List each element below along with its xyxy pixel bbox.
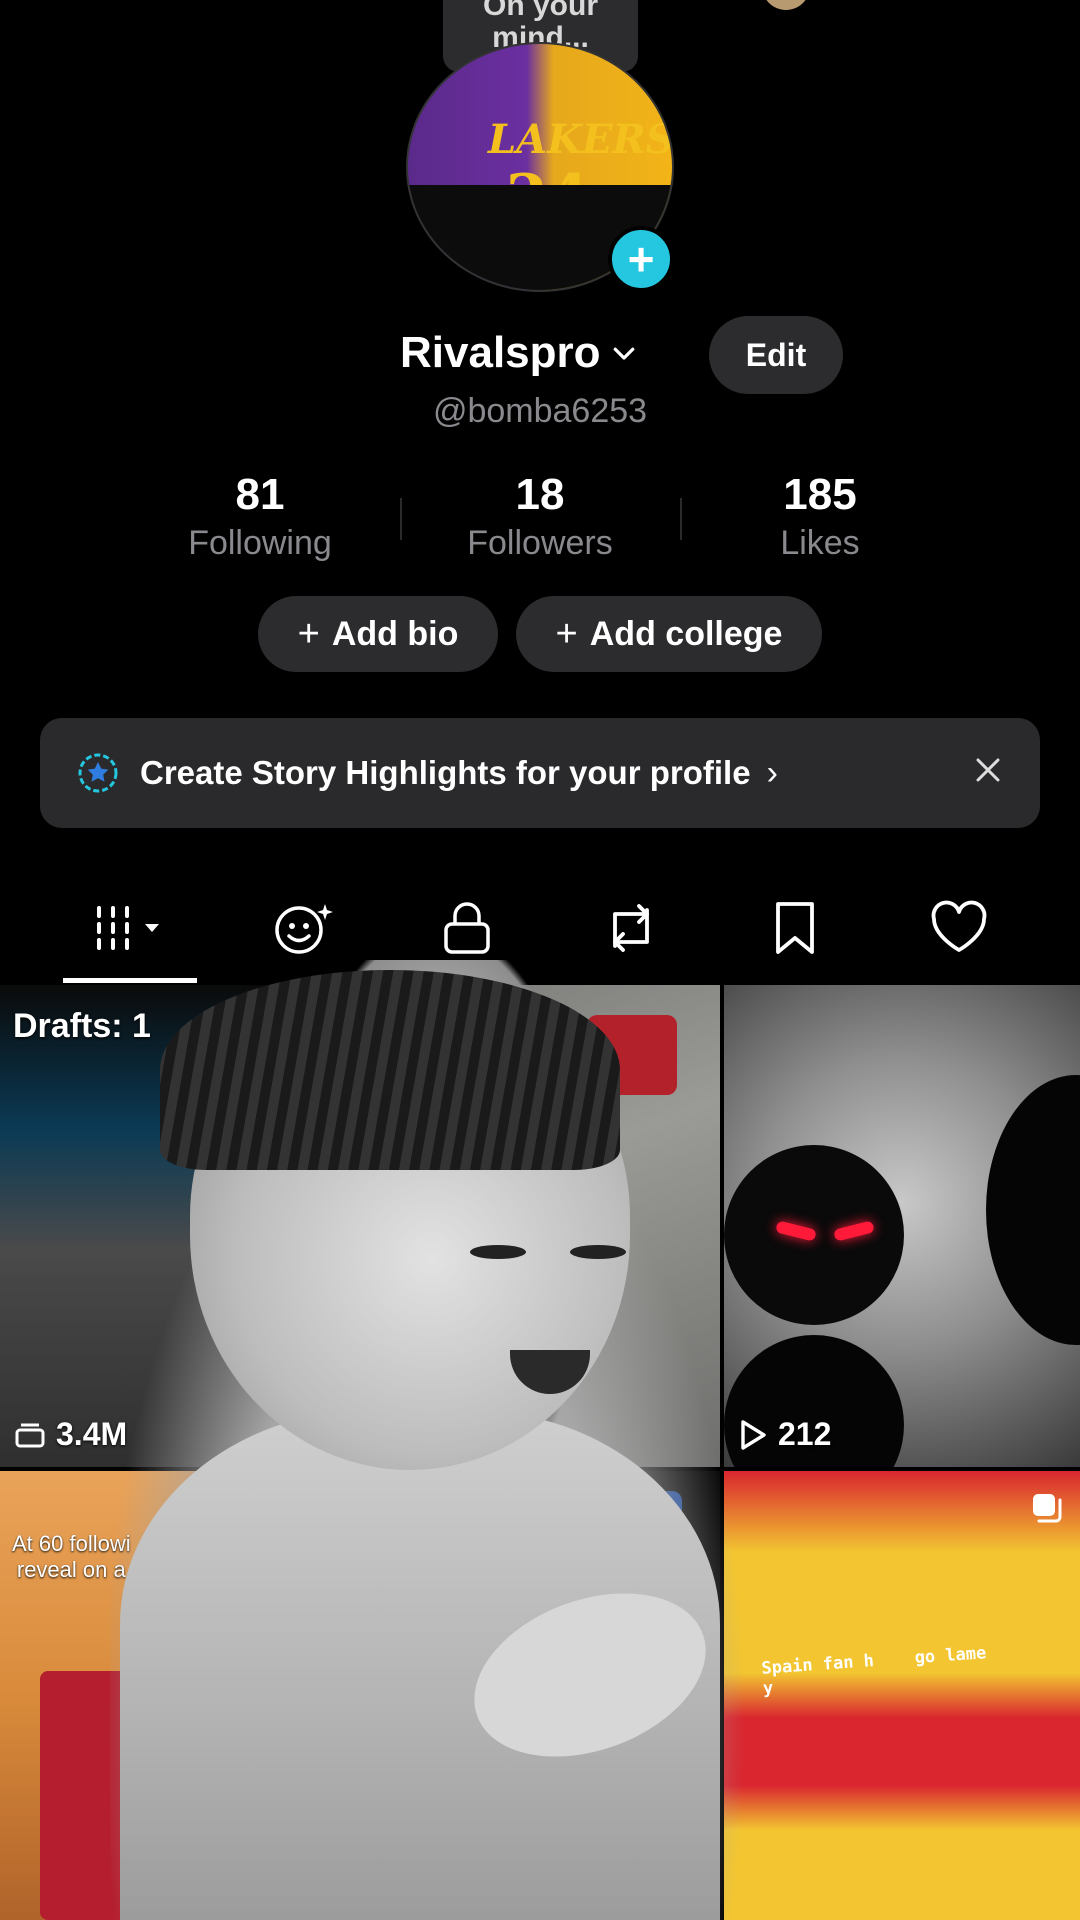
chevron-right-icon: ›	[766, 753, 778, 792]
sticker-eye	[570, 1245, 626, 1259]
stat-following[interactable]: 81 Following	[120, 470, 400, 563]
heart-icon	[931, 900, 987, 952]
sticker-eye	[470, 1245, 526, 1259]
stat-value: 81	[235, 470, 285, 519]
thumbnail-glow	[833, 1220, 875, 1242]
add-bio-label: Add bio	[331, 614, 459, 653]
add-bio-button[interactable]: + Add bio	[258, 596, 498, 672]
grid-icon	[97, 906, 159, 950]
plus-icon: +	[627, 233, 655, 285]
stat-label: Likes	[780, 524, 860, 562]
username-handle: @bomba6253	[432, 392, 648, 430]
stat-followers[interactable]: 18 Followers	[400, 470, 680, 563]
multi-photo-icon	[1033, 1494, 1062, 1523]
stat-label: Followers	[467, 524, 613, 562]
sticker-hair	[160, 970, 620, 1170]
story-highlights-banner[interactable]: Create Story Highlights for your profile…	[40, 718, 1040, 828]
display-name: Rivalspro	[400, 328, 601, 377]
tab-avatar[interactable]	[258, 890, 348, 966]
avatar-jersey-team: LAKERS	[488, 116, 674, 163]
divider	[400, 498, 402, 540]
profile-stats: 81 Following 18 Followers 185 Likes	[120, 470, 960, 563]
stat-likes[interactable]: 185 Likes	[680, 470, 960, 563]
chevron-down-icon	[613, 347, 634, 360]
stat-label: Following	[188, 524, 332, 562]
tab-liked[interactable]	[914, 890, 1004, 966]
add-college-button[interactable]: + Add college	[516, 596, 822, 672]
close-icon[interactable]	[966, 748, 1010, 792]
bookmark-icon	[776, 902, 814, 954]
tab-favorites[interactable]	[750, 890, 840, 966]
thumbnail-orb	[986, 1075, 1080, 1345]
plus-icon: +	[555, 612, 578, 655]
face-sparkle-icon	[275, 904, 333, 954]
plus-icon: +	[297, 612, 320, 655]
stat-value: 18	[515, 470, 565, 519]
repost-icon	[613, 904, 649, 952]
drafts-stack-icon	[15, 1423, 45, 1447]
thumbnail-caption: Spain fan h go lame y	[761, 1643, 987, 1699]
lock-icon	[444, 902, 490, 954]
edit-profile-button[interactable]: Edit	[709, 316, 843, 394]
stat-value: 185	[783, 470, 857, 519]
tab-videos[interactable]	[82, 890, 182, 966]
profile-name-row[interactable]: Rivalspro	[400, 328, 639, 378]
tab-reposts[interactable]	[586, 890, 676, 966]
add-story-button[interactable]: +	[608, 226, 674, 292]
add-college-label: Add college	[589, 614, 783, 653]
banner-text: Create Story Highlights for your profile	[140, 754, 751, 791]
divider	[680, 498, 682, 540]
tab-private[interactable]	[422, 890, 512, 966]
mini-avatar[interactable]	[762, 0, 810, 10]
star-circle-icon	[78, 753, 118, 793]
